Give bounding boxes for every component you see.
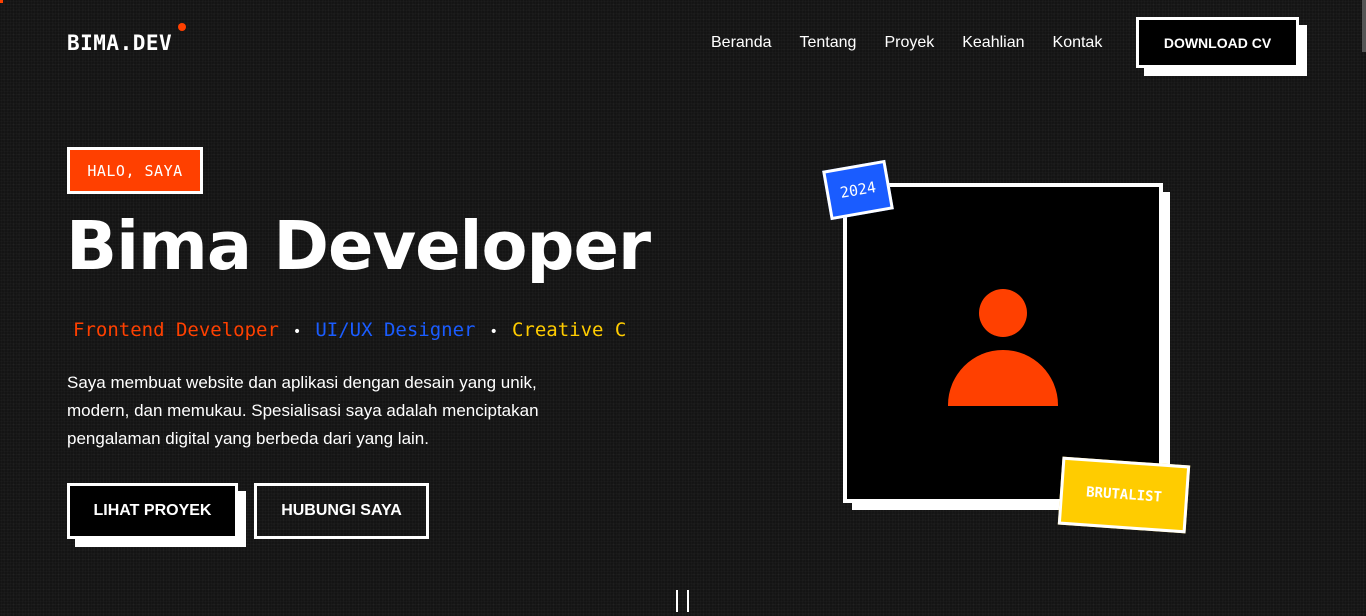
role-creative: Creative C — [511, 319, 627, 341]
brutalist-badge: BRUTALIST — [1057, 456, 1191, 534]
logo-dot — [178, 23, 186, 31]
view-projects-button[interactable]: LIHAT PROYEK — [67, 483, 238, 539]
nav-link-proyek[interactable]: Proyek — [884, 34, 934, 52]
main-nav: Beranda Tentang Proyek Keahlian Kontak — [711, 34, 1130, 52]
site-logo[interactable]: BIMA.DEV — [67, 31, 172, 55]
role-separator: • — [489, 324, 498, 340]
role-uiux: UI/UX Designer — [315, 319, 476, 341]
hero-description: Saya membuat website dan aplikasi dengan… — [67, 373, 539, 448]
roles-ticker: Frontend Developer • UI/UX Designer • Creati… — [73, 319, 665, 341]
nav-link-kontak[interactable]: Kontak — [1053, 34, 1103, 52]
hero-title: Bima Developer — [66, 207, 651, 285]
nav-link-tentang[interactable]: Tentang — [800, 34, 857, 52]
user-icon-head — [979, 289, 1027, 337]
nav-link-beranda[interactable]: Beranda — [711, 34, 772, 52]
contact-me-button[interactable]: HUBUNGI SAYA — [254, 483, 429, 539]
greeting-tag: HALO, SAYA — [67, 147, 203, 194]
corner-marker — [0, 0, 3, 3]
profile-card — [843, 183, 1163, 503]
nav-link-keahlian[interactable]: Keahlian — [962, 34, 1024, 52]
role-separator: • — [292, 324, 302, 340]
scroll-indicator — [674, 590, 692, 612]
scrollbar[interactable] — [1362, 0, 1366, 52]
download-cv-button[interactable]: DOWNLOAD CV — [1136, 17, 1299, 68]
role-frontend: Frontend Developer — [73, 319, 279, 341]
